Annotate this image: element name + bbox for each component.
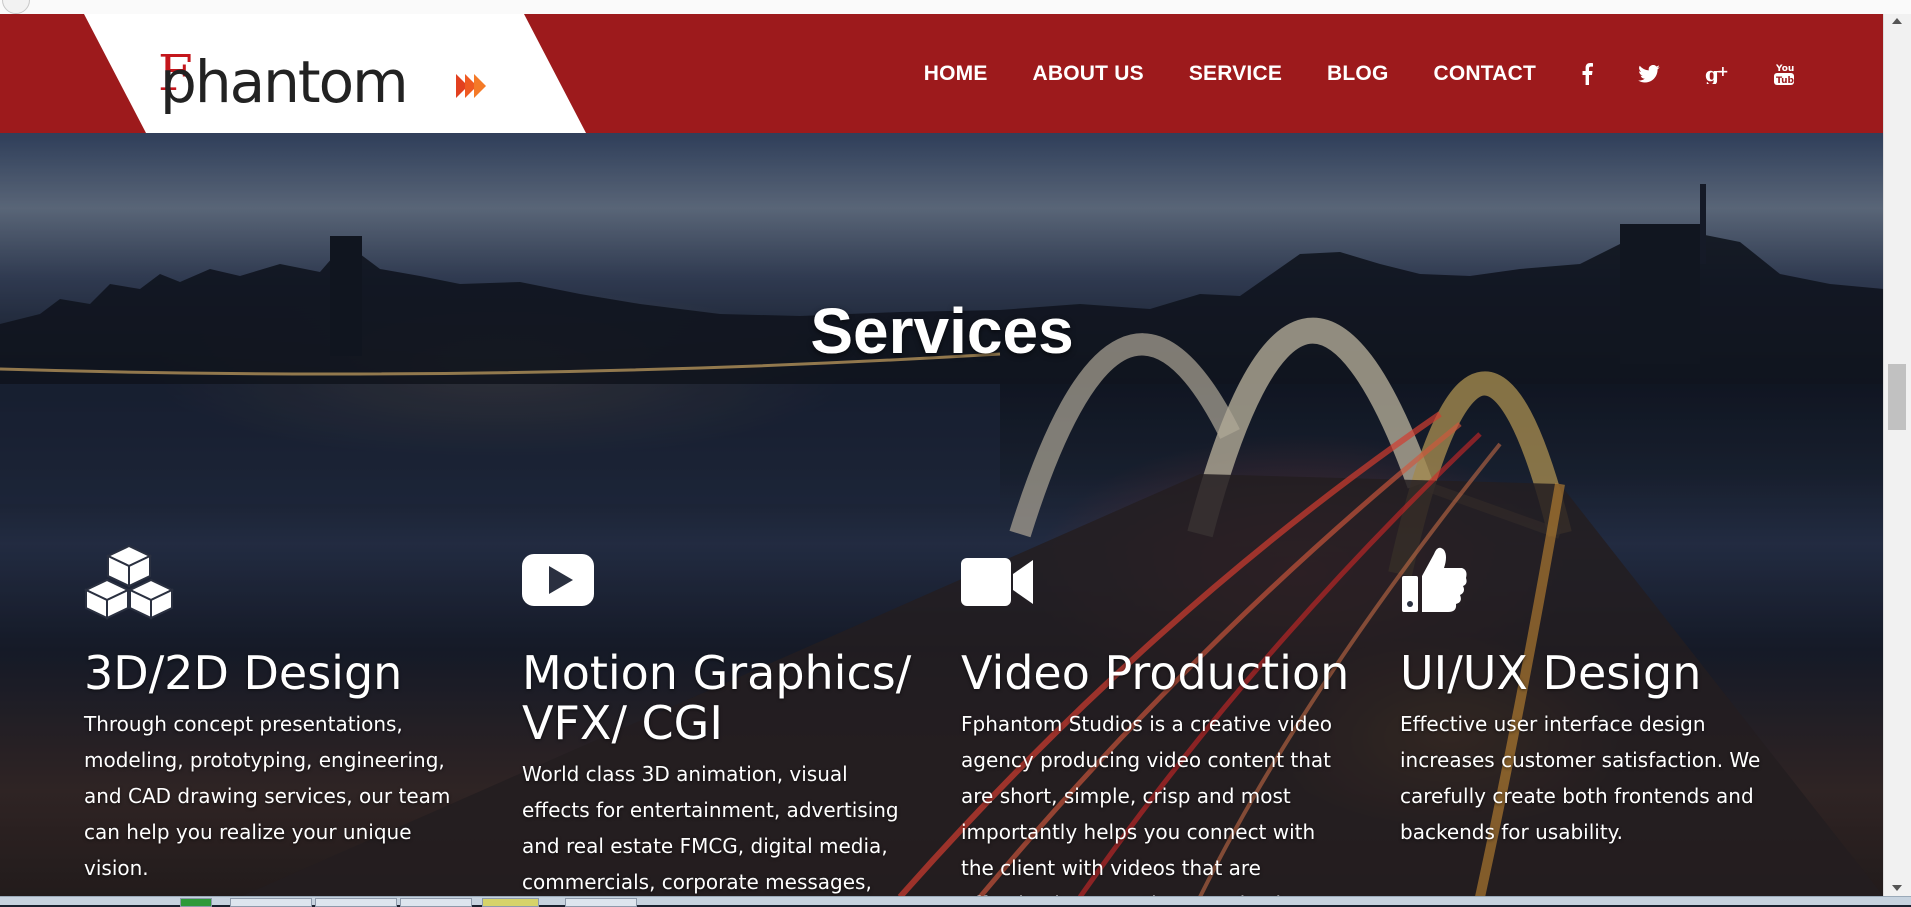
- thumbs-up-icon: [1400, 544, 1470, 620]
- taskbar-window-button[interactable]: [400, 898, 472, 907]
- svg-text:+: +: [1717, 64, 1729, 80]
- service-description: Effective user interface design increase…: [1400, 712, 1761, 844]
- browser-top-strip: [0, 0, 1911, 15]
- nav-contact[interactable]: CONTACT: [1434, 62, 1537, 86]
- service-title: Motion Graphics/ VFX/ CGI: [522, 646, 912, 750]
- taskbar-window-button[interactable]: [315, 898, 397, 907]
- youtube-icon[interactable]: You Tube: [1774, 62, 1794, 86]
- browser-menu-icon[interactable]: [2, 0, 30, 14]
- taskbar-window-button[interactable]: [565, 898, 637, 907]
- nav-about-us[interactable]: ABOUT US: [1033, 62, 1144, 86]
- service-title: Video Production: [961, 646, 1350, 700]
- svg-text:You: You: [1775, 64, 1794, 74]
- twitter-icon[interactable]: [1638, 64, 1660, 83]
- service-description: World class 3D animation, visual effects…: [522, 762, 899, 894]
- service-title: 3D/2D Design: [84, 646, 403, 700]
- taskbar-window-button[interactable]: [230, 898, 312, 907]
- cubes-icon: [83, 544, 175, 620]
- nav-service[interactable]: SERVICE: [1189, 62, 1282, 86]
- nav-blog[interactable]: BLOG: [1327, 62, 1388, 86]
- service-title: UI/UX Design: [1400, 646, 1702, 700]
- taskbar-app-icon[interactable]: [180, 898, 212, 907]
- page-scrollbar[interactable]: [1883, 14, 1911, 897]
- scrollbar-thumb[interactable]: [1888, 364, 1906, 430]
- scroll-down-arrow-icon[interactable]: [1892, 885, 1902, 891]
- youtube-play-icon: [522, 544, 596, 620]
- nav-home[interactable]: HOME: [924, 62, 988, 86]
- svg-text:Tube: Tube: [1776, 76, 1794, 86]
- google-plus-icon[interactable]: g +: [1705, 64, 1729, 84]
- taskbar-window-button[interactable]: [482, 898, 539, 907]
- page-viewport: F phantom HOME ABOUT US SERVICE BLOG CON…: [0, 14, 1884, 897]
- service-description: Fphantom Studios is a creative video age…: [961, 712, 1333, 897]
- services-row: 3D/2D Design Through concept presentatio…: [83, 544, 1844, 897]
- os-taskbar: [0, 896, 1911, 907]
- video-camera-icon: [961, 544, 1035, 620]
- logo-arrows-icon: [456, 74, 486, 98]
- section-title: Services: [810, 295, 1074, 367]
- logo-wordmark[interactable]: phantom: [160, 48, 409, 116]
- main-nav: HOME ABOUT US SERVICE BLOG CONTACT g + Yo…: [924, 14, 1794, 133]
- service-description: Through concept presentations, modeling,…: [84, 712, 451, 880]
- facebook-icon[interactable]: [1581, 62, 1593, 85]
- scroll-up-arrow-icon[interactable]: [1892, 18, 1902, 24]
- top-navbar: F phantom HOME ABOUT US SERVICE BLOG CON…: [0, 14, 1884, 133]
